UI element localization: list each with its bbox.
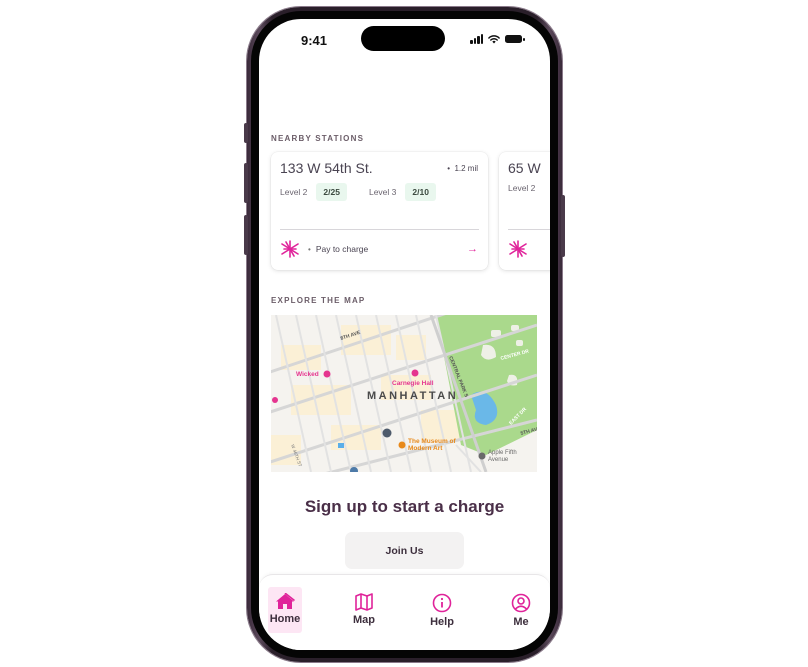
- tab-label: Help: [430, 616, 454, 628]
- dynamic-island: [361, 26, 445, 51]
- card-footer: • Pay to charge →: [280, 240, 478, 258]
- area-label: MANHATTAN: [367, 390, 458, 402]
- card-divider: [508, 229, 550, 230]
- join-us-button[interactable]: Join Us: [345, 532, 464, 569]
- music-pin-icon: [411, 369, 419, 377]
- level-availability-row: Level 2: [508, 183, 535, 193]
- separator-dot: •: [308, 244, 311, 254]
- poi-pin-icon: [272, 397, 278, 403]
- card-footer: [508, 240, 550, 258]
- level-availability-row: Level 2 2/25 Level 3 2/10: [280, 183, 458, 201]
- tab-map[interactable]: Map: [339, 587, 389, 635]
- nearby-stations-heading: NEARBY STATIONS: [271, 134, 365, 143]
- tab-home[interactable]: Home: [268, 587, 302, 633]
- level-availability-badge: 2/10: [405, 183, 436, 201]
- arrow-right-icon[interactable]: →: [467, 243, 478, 255]
- poi-wicked[interactable]: Wicked: [296, 370, 331, 379]
- card-divider: [280, 229, 479, 230]
- station-address: 133 W 54th St.: [280, 160, 373, 176]
- wifi-icon: [488, 34, 500, 43]
- map-canvas[interactable]: 8TH AVE CENTRAL PARK S CENTER DR EAST DR…: [271, 315, 537, 472]
- tab-label: Home: [269, 613, 301, 625]
- level-availability-badge: 2/25: [316, 183, 347, 201]
- payment-type: Pay to charge: [315, 244, 369, 254]
- map-icon: [355, 593, 373, 611]
- charger-network-logo-icon: [509, 240, 527, 258]
- signup-heading: Sign up to start a charge: [304, 497, 505, 516]
- tab-label: Map: [353, 614, 375, 626]
- info-icon: [432, 593, 452, 613]
- level-label: Level 3: [368, 187, 397, 197]
- status-icons: [470, 34, 525, 44]
- transit-icon: [338, 443, 344, 448]
- user-icon: [511, 593, 531, 613]
- charger-network-logo-icon: [281, 240, 299, 258]
- battery-icon: [505, 35, 525, 43]
- svg-text:Apple Fifth: Apple Fifth: [488, 450, 517, 456]
- cellular-signal-icon: [470, 34, 483, 44]
- volume-down-button: [244, 215, 248, 255]
- status-bar: 9:41: [259, 19, 550, 63]
- tab-me[interactable]: Me: [496, 587, 546, 635]
- tab-help[interactable]: Help: [417, 587, 467, 635]
- store-pin-icon: [478, 452, 486, 460]
- distance-value: 1.2 mil: [454, 164, 478, 173]
- svg-text:Carnegie Hall: Carnegie Hall: [392, 380, 434, 387]
- tab-label: Me: [513, 616, 529, 628]
- station-card[interactable]: 65 W Level 2: [499, 152, 550, 270]
- level-label: Level 2: [280, 187, 308, 197]
- station-card[interactable]: 133 W 54th St. • 1.2 mil Level 2 2/25 Le…: [271, 152, 488, 270]
- station-address: 65 W: [508, 160, 541, 176]
- level-label: Level 2: [508, 183, 536, 193]
- app-screen: 9:41 NEARBY STATIONS 133 W 54th St. • 1.…: [259, 19, 550, 650]
- museum-pin-icon: [398, 441, 406, 449]
- map-preview[interactable]: 8TH AVE CENTRAL PARK S CENTER DR EAST DR…: [271, 315, 537, 472]
- current-location-marker: [382, 428, 392, 438]
- svg-text:Wicked: Wicked: [296, 371, 319, 378]
- svg-text:Modern Art: Modern Art: [408, 445, 443, 452]
- bottom-tab-bar: Home Map Help Me: [259, 574, 550, 650]
- status-time: 9:41: [301, 33, 328, 48]
- theater-pin-icon: [323, 370, 331, 378]
- volume-up-button: [244, 163, 248, 203]
- svg-text:The Museum of: The Museum of: [408, 438, 457, 445]
- svg-text:Avenue: Avenue: [488, 457, 509, 463]
- power-button: [561, 195, 565, 257]
- action-button: [244, 123, 248, 143]
- home-icon: [276, 593, 295, 609]
- station-distance: • 1.2 mil: [447, 164, 478, 173]
- explore-map-heading: EXPLORE THE MAP: [271, 296, 366, 305]
